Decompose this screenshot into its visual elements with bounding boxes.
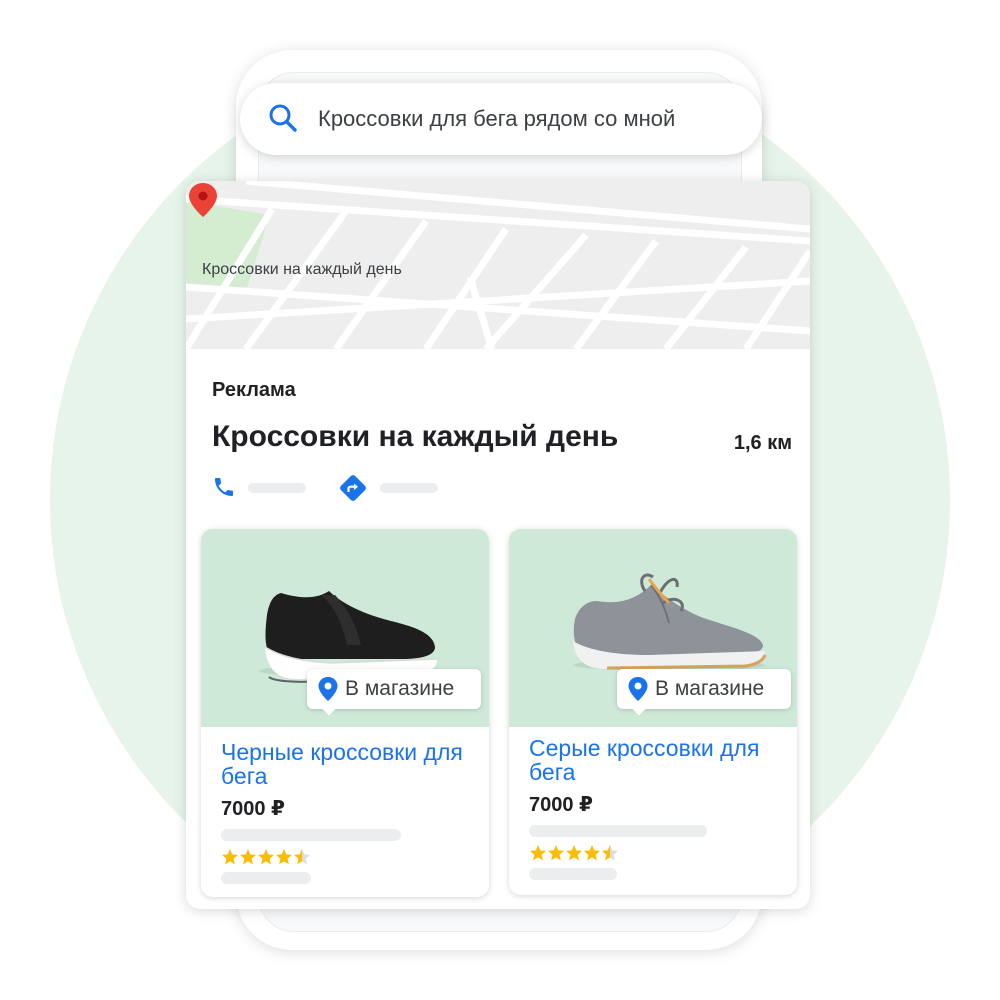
star-icon (276, 849, 292, 865)
star-icon (258, 849, 274, 865)
directions-placeholder (380, 483, 438, 493)
product-image[interactable]: В магазине (201, 529, 489, 727)
map[interactable]: Кроссовки на каждый день (186, 181, 810, 349)
text-placeholder (529, 825, 707, 837)
phone-placeholder (248, 483, 306, 493)
in-store-badge: В магазине (307, 669, 481, 716)
badge-label: В магазине (655, 677, 765, 700)
product-price: 7000 ₽ (221, 798, 285, 820)
badge-label: В магазине (345, 677, 455, 700)
store-name[interactable]: Кроссовки на каждый день (212, 419, 618, 455)
phone-icon[interactable] (212, 475, 236, 499)
star-icon (566, 845, 582, 861)
rating-stars (530, 845, 618, 861)
product-image[interactable]: В магазине (509, 529, 797, 727)
star-icon (530, 845, 546, 861)
star-icon (548, 845, 564, 861)
ad-card[interactable]: Кроссовки на каждый день Реклама Кроссов… (186, 181, 810, 909)
in-store-badge: В магазине (617, 669, 791, 716)
product-card[interactable]: В магазине Серые кроссовки для бега 7000… (509, 529, 797, 895)
star-icon (222, 849, 238, 865)
map-place-label: Кроссовки на каждый день (202, 261, 402, 278)
product-title[interactable]: Черные кроссовки для бега (221, 740, 471, 788)
search-icon[interactable] (265, 100, 301, 136)
location-pin-icon (628, 677, 648, 701)
directions-icon[interactable] (338, 473, 368, 503)
location-pin-icon (318, 677, 338, 701)
product-price: 7000 ₽ (529, 794, 593, 816)
star-icon (240, 849, 256, 865)
text-placeholder (221, 872, 311, 884)
search-query[interactable]: Кроссовки для бега рядом со мной (318, 105, 675, 133)
text-placeholder (221, 829, 401, 841)
map-pin-icon[interactable] (186, 181, 220, 219)
star-half-icon (294, 849, 310, 865)
product-card[interactable]: В магазине Черные кроссовки для бега 700… (201, 529, 489, 897)
star-half-icon (602, 845, 618, 861)
rating-stars (222, 849, 310, 865)
store-distance: 1,6 км (733, 432, 792, 454)
ad-label: Реклама (212, 379, 296, 401)
text-placeholder (529, 868, 617, 880)
product-title[interactable]: Серые кроссовки для бега (529, 736, 779, 784)
star-icon (584, 845, 600, 861)
